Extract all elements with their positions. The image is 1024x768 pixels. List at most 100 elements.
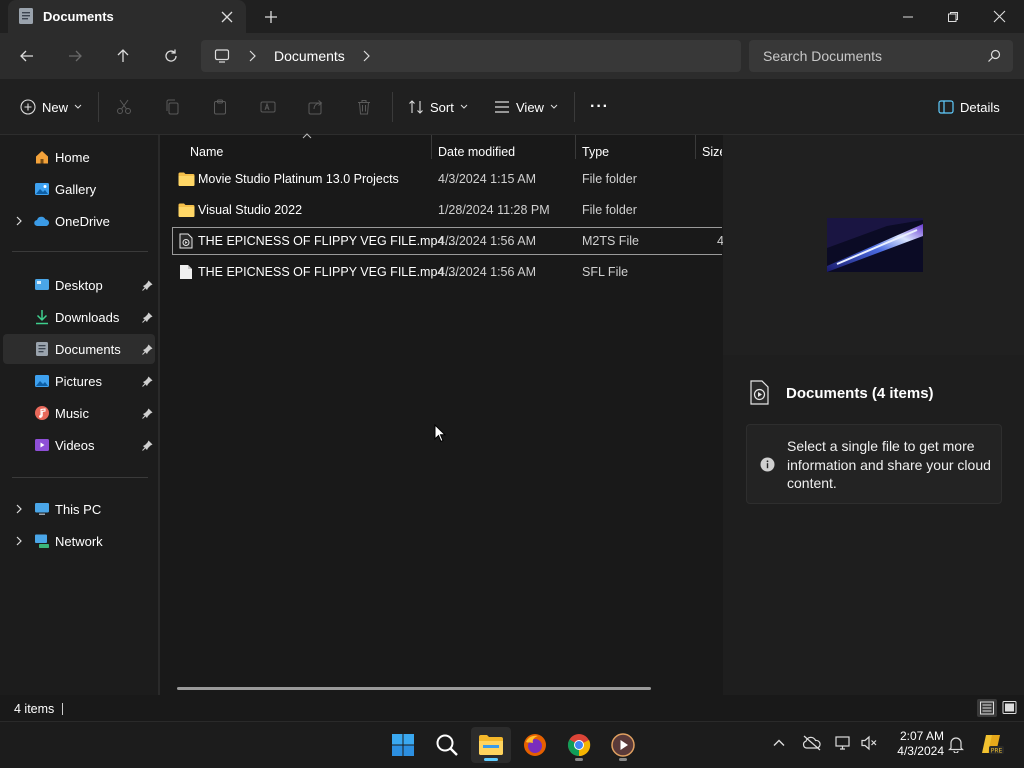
file-date: 4/3/2024 1:56 AM (438, 234, 536, 248)
tiles-view-toggle[interactable] (1000, 699, 1020, 717)
copilot-pre-icon[interactable]: PRE (980, 732, 1004, 756)
taskbar-media-player[interactable] (603, 727, 643, 763)
forward-button[interactable] (62, 44, 88, 68)
music-icon (34, 405, 50, 421)
new-tab-button[interactable] (262, 8, 280, 26)
pin-icon[interactable] (142, 440, 153, 451)
table-row[interactable]: Movie Studio Platinum 13.0 Projects 4/3/… (172, 165, 722, 193)
tab-documents[interactable]: Documents (8, 0, 246, 33)
taskbar-firefox[interactable] (515, 727, 555, 763)
folder-icon (178, 172, 195, 186)
sidebar-item-music[interactable]: Music (3, 398, 155, 428)
sort-button[interactable]: Sort (408, 94, 468, 120)
close-window-button[interactable] (976, 0, 1022, 33)
column-divider[interactable] (695, 135, 696, 159)
pin-icon[interactable] (142, 344, 153, 355)
back-button[interactable] (14, 44, 40, 68)
sidebar-item-desktop[interactable]: Desktop (3, 270, 155, 300)
column-header-date[interactable]: Date modified (438, 140, 515, 164)
search-icon (987, 49, 1001, 63)
onedrive-tray-icon[interactable] (802, 735, 822, 751)
column-divider[interactable] (431, 135, 432, 159)
clock[interactable]: 2:07 AM 4/3/2024 (888, 729, 944, 759)
details-pane-icon (938, 100, 954, 114)
file-date: 1/28/2024 11:28 PM (438, 203, 550, 217)
column-header-size[interactable]: Size (702, 140, 722, 164)
sidebar-item-documents[interactable]: Documents (3, 334, 155, 364)
minimize-button[interactable] (885, 0, 931, 33)
sidebar-item-videos[interactable]: Videos (3, 430, 155, 460)
pin-icon[interactable] (142, 312, 153, 323)
cut-icon[interactable] (116, 99, 132, 115)
taskbar-file-explorer[interactable] (471, 727, 511, 763)
view-button[interactable]: View (494, 94, 558, 120)
info-icon (760, 457, 775, 472)
chevron-up-icon[interactable] (772, 736, 786, 750)
svg-text:PRE: PRE (991, 748, 1003, 755)
details-label: Details (960, 99, 1000, 115)
mouse-cursor-icon (434, 424, 446, 443)
share-icon[interactable] (308, 99, 324, 115)
column-header-name[interactable]: Name (190, 140, 223, 164)
up-button[interactable] (110, 44, 136, 68)
table-row[interactable]: THE EPICNESS OF FLIPPY VEG FILE.mp4.... … (172, 258, 722, 286)
copy-icon[interactable] (164, 99, 180, 115)
start-button[interactable] (383, 727, 423, 763)
chevron-right-icon[interactable] (247, 50, 257, 62)
sidebar-item-pictures[interactable]: Pictures (3, 366, 155, 396)
sort-icon (409, 100, 423, 114)
sidebar-item-this-pc[interactable]: This PC (3, 494, 155, 524)
table-row[interactable]: THE EPICNESS OF FLIPPY VEG FILE.mp4.... … (172, 227, 724, 255)
sidebar-item-gallery[interactable]: Gallery (3, 174, 155, 204)
pin-icon[interactable] (142, 376, 153, 387)
taskbar-search-button[interactable] (427, 727, 467, 763)
rename-icon[interactable] (260, 99, 276, 115)
more-options-button[interactable]: ··· (590, 94, 609, 120)
address-bar[interactable]: Documents (201, 40, 741, 72)
new-button[interactable]: New (20, 94, 82, 120)
refresh-button[interactable] (158, 44, 184, 68)
tab-close-icon[interactable] (218, 8, 236, 26)
video-file-icon (179, 233, 193, 249)
column-divider[interactable] (575, 135, 576, 159)
taskbar-chrome[interactable] (559, 727, 599, 763)
table-row[interactable]: Visual Studio 2022 1/28/2024 11:28 PM Fi… (172, 196, 722, 224)
media-player-icon (611, 733, 635, 757)
details-button[interactable]: Details (938, 94, 1000, 120)
start-icon (392, 734, 414, 756)
chevron-right-icon[interactable] (361, 50, 371, 62)
delete-icon[interactable] (356, 99, 372, 115)
paste-icon[interactable] (212, 99, 228, 115)
sidebar-item-home[interactable]: Home (3, 142, 155, 172)
search-input[interactable]: Search Documents (763, 48, 882, 64)
file-date: 4/3/2024 1:56 AM (438, 265, 536, 279)
pin-icon[interactable] (142, 408, 153, 419)
restore-button[interactable] (930, 0, 976, 33)
sidebar-item-network[interactable]: Network (3, 526, 155, 556)
horizontal-scrollbar[interactable] (177, 687, 651, 690)
status-bar: 4 items (0, 695, 1024, 721)
file-type: File folder (582, 203, 637, 217)
home-icon (34, 149, 50, 165)
search-box[interactable]: Search Documents (749, 40, 1013, 72)
running-indicator (619, 758, 627, 761)
sidebar-item-onedrive[interactable]: OneDrive (3, 206, 155, 236)
breadcrumb-documents[interactable]: Documents (274, 48, 345, 64)
info-card: Select a single file to get more informa… (746, 424, 1002, 504)
navigation-pane: Home Gallery OneDrive Desktop Downloads (0, 135, 158, 695)
network-tray-icon[interactable] (834, 735, 852, 751)
sidebar-item-downloads[interactable]: Downloads (3, 302, 155, 332)
desktop-icon (34, 277, 50, 293)
notification-bell-icon[interactable] (948, 735, 964, 753)
chevron-right-icon[interactable] (13, 503, 25, 515)
file-name: THE EPICNESS OF FLIPPY VEG FILE.mp4.... (198, 265, 459, 279)
file-type: SFL File (582, 265, 629, 279)
chevron-right-icon[interactable] (13, 215, 25, 227)
sidebar-divider (12, 251, 148, 252)
pin-icon[interactable] (142, 280, 153, 291)
volume-muted-icon[interactable] (860, 735, 878, 751)
clock-time: 2:07 AM (899, 729, 944, 743)
column-header-type[interactable]: Type (582, 140, 609, 164)
chevron-right-icon[interactable] (13, 535, 25, 547)
details-view-toggle[interactable] (977, 699, 997, 717)
